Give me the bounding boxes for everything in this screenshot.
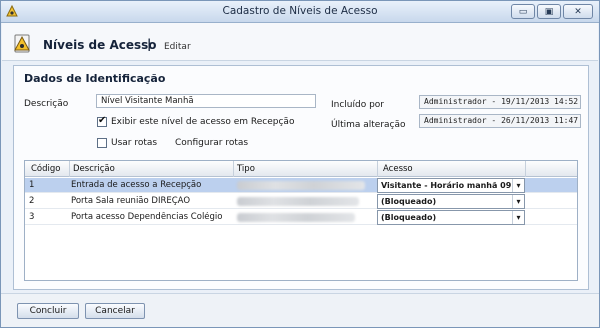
- chevron-down-icon[interactable]: ▾: [512, 195, 524, 208]
- usar-rotas-checkbox[interactable]: [97, 138, 107, 148]
- access-points-table: Código Descrição Tipo Acesso 1 Entrada d…: [24, 160, 578, 281]
- tipo-redacted: [237, 213, 355, 222]
- table-row[interactable]: 2 Porta Sala reunião DIREÇÃO (Bloqueado)…: [25, 194, 577, 209]
- checkmark-icon: ✔: [98, 115, 107, 126]
- close-button[interactable]: ✕: [563, 4, 593, 19]
- cancelar-button[interactable]: Cancelar: [85, 303, 145, 319]
- cell-descricao: Porta acesso Dependências Colégio: [71, 212, 223, 222]
- maximize-button[interactable]: ▣: [537, 4, 561, 19]
- column-codigo[interactable]: Código: [31, 164, 61, 174]
- tipo-redacted: [237, 197, 359, 206]
- cell-codigo: 3: [29, 212, 35, 222]
- cell-descricao: Porta Sala reunião DIREÇÃO: [71, 196, 191, 206]
- concluir-button[interactable]: Concluir: [17, 303, 79, 319]
- tipo-redacted: [237, 181, 365, 190]
- close-icon: ✕: [574, 6, 582, 17]
- column-descricao[interactable]: Descrição: [73, 164, 115, 174]
- acesso-value: (Bloqueado): [381, 197, 437, 206]
- section-title: Dados de Identificação: [24, 72, 166, 85]
- incluido-field: Administrador - 19/11/2013 14:52:3: [419, 95, 581, 109]
- descricao-field[interactable]: Nível Visitante Manhã: [96, 94, 316, 108]
- minimize-icon: ▭: [518, 6, 528, 17]
- descricao-label: Descrição: [24, 99, 69, 109]
- page-header: Níveis de Acesso | Editar: [2, 23, 598, 61]
- page-title: Níveis de Acesso: [43, 38, 157, 52]
- acesso-dropdown[interactable]: Visitante - Horário manhã 09:0 ▾: [377, 178, 525, 193]
- alteracao-label: Última alteração: [331, 120, 406, 130]
- title-bar: Cadastro de Níveis de Acesso ▭ ▣ ✕: [1, 1, 599, 23]
- usar-rotas-label: Usar rotas: [111, 138, 158, 148]
- acesso-value: (Bloqueado): [381, 213, 437, 222]
- column-tipo[interactable]: Tipo: [237, 164, 255, 174]
- table-row[interactable]: 1 Entrada de acesso a Recepção Visitante…: [25, 178, 577, 193]
- footer-bar: Concluir Cancelar: [1, 293, 599, 327]
- alteracao-field: Administrador - 26/11/2013 11:47:2: [419, 114, 581, 128]
- chevron-down-icon[interactable]: ▾: [512, 179, 524, 192]
- acesso-value: Visitante - Horário manhã 09:0: [381, 181, 511, 190]
- table-row[interactable]: 3 Porta acesso Dependências Colégio (Blo…: [25, 210, 577, 225]
- exibir-recepcao-checkbox[interactable]: ✔: [97, 115, 107, 127]
- exibir-recepcao-label: Exibir este nível de acesso em Recepção: [111, 117, 295, 127]
- cell-codigo: 1: [29, 180, 35, 190]
- configurar-rotas-link[interactable]: Configurar rotas: [175, 138, 248, 148]
- table-header: Código Descrição Tipo Acesso: [25, 161, 577, 177]
- minimize-button[interactable]: ▭: [511, 4, 535, 19]
- window-title: Cadastro de Níveis de Acesso: [222, 5, 378, 17]
- acesso-dropdown[interactable]: (Bloqueado) ▾: [377, 194, 525, 209]
- cell-codigo: 2: [29, 196, 35, 206]
- column-acesso[interactable]: Acesso: [383, 164, 413, 174]
- access-levels-icon: [14, 34, 30, 53]
- app-window: Cadastro de Níveis de Acesso ▭ ▣ ✕ Nívei…: [0, 0, 600, 328]
- title-separator: |: [147, 37, 152, 51]
- mode-label: Editar: [164, 42, 191, 52]
- cell-descricao: Entrada de acesso a Recepção: [71, 180, 202, 190]
- identification-panel: Dados de Identificação Descrição Nível V…: [13, 65, 589, 290]
- maximize-icon: ▣: [544, 6, 554, 17]
- chevron-down-icon[interactable]: ▾: [512, 211, 524, 224]
- acesso-dropdown[interactable]: (Bloqueado) ▾: [377, 210, 525, 225]
- incluido-label: Incluído por: [331, 100, 385, 110]
